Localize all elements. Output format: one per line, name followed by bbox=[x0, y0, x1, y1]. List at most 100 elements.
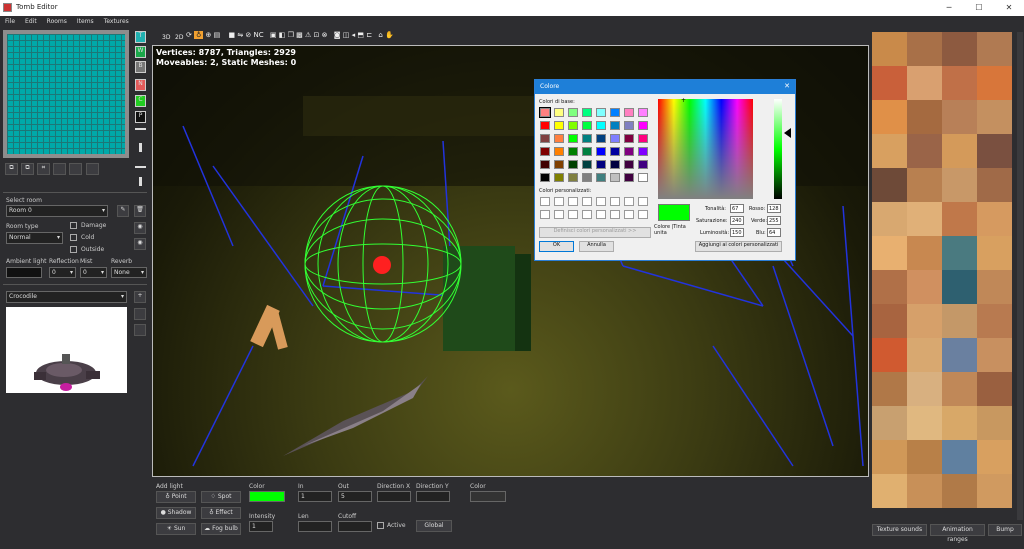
nc-icon[interactable]: NC bbox=[254, 31, 264, 39]
custom-color-swatch[interactable] bbox=[624, 197, 634, 206]
split-icon[interactable]: ⌗ bbox=[37, 163, 50, 175]
green-field[interactable]: 255 bbox=[767, 216, 781, 225]
basic-color-swatch[interactable] bbox=[638, 160, 648, 169]
side-button-step[interactable] bbox=[139, 143, 142, 152]
toolbar-2d-button[interactable]: 2D bbox=[175, 34, 183, 41]
basic-color-swatch[interactable] bbox=[568, 134, 578, 143]
room-type-select[interactable]: Normal ▾ bbox=[6, 232, 63, 244]
basic-color-swatch[interactable] bbox=[638, 121, 648, 130]
saturation-field[interactable]: 240 bbox=[730, 216, 744, 225]
fog-bulb-button[interactable]: ☁ Fog bulb bbox=[201, 523, 241, 535]
color-spectrum[interactable] bbox=[658, 99, 753, 199]
toolbar-3d-button[interactable]: 3D bbox=[162, 34, 170, 41]
basic-color-swatch[interactable] bbox=[568, 108, 578, 117]
point-light-button[interactable]: ♁ Point bbox=[156, 491, 196, 503]
basic-color-swatch[interactable] bbox=[568, 160, 578, 169]
basic-color-swatch[interactable] bbox=[539, 107, 551, 118]
basic-color-swatch[interactable] bbox=[610, 134, 620, 143]
basic-color-swatch[interactable] bbox=[596, 160, 606, 169]
shadow-light-button[interactable]: ● Shadow bbox=[156, 507, 196, 519]
sprite-icon[interactable]: ⬒ bbox=[357, 31, 364, 39]
hand-icon[interactable]: ✋ bbox=[385, 31, 394, 39]
texture-icon[interactable]: ⊘ bbox=[245, 31, 251, 39]
texture-map-panel[interactable] bbox=[872, 32, 1017, 520]
basic-color-swatch[interactable] bbox=[554, 160, 564, 169]
delete-room-icon[interactable]: 🗑 bbox=[134, 205, 146, 217]
warning-icon[interactable]: ⚠ bbox=[305, 31, 311, 39]
marker-icon[interactable]: ⊏ bbox=[366, 31, 372, 39]
side-button-notwalkable[interactable]: N bbox=[135, 79, 146, 91]
tool-5[interactable] bbox=[69, 163, 82, 175]
luminosity-field[interactable]: 150 bbox=[730, 228, 744, 237]
side-button-ceiling[interactable] bbox=[135, 166, 146, 168]
side-button-box[interactable]: B bbox=[135, 61, 146, 73]
color2-swatch[interactable] bbox=[470, 491, 506, 502]
basic-color-swatch[interactable] bbox=[582, 134, 592, 143]
room-grid-editor[interactable] bbox=[3, 30, 129, 158]
custom-color-swatch[interactable] bbox=[638, 210, 648, 219]
custom-color-swatch[interactable] bbox=[540, 197, 550, 206]
room-select[interactable]: Room 0 ▾ bbox=[6, 205, 108, 217]
side-button-portal[interactable]: P bbox=[135, 111, 146, 123]
lock-icon[interactable]: ⌂ bbox=[378, 31, 382, 39]
cancel-button[interactable]: Annulla bbox=[579, 241, 614, 252]
minimize-button[interactable]: ─ bbox=[934, 0, 964, 16]
basic-color-swatch[interactable] bbox=[624, 147, 634, 156]
basic-color-swatch[interactable] bbox=[554, 134, 564, 143]
basic-color-swatch[interactable] bbox=[540, 173, 550, 182]
flyby-icon[interactable]: ⊡ bbox=[314, 31, 320, 39]
rotate-icon[interactable]: ⟳ bbox=[186, 31, 192, 39]
paste-icon[interactable]: ⧉ bbox=[21, 163, 34, 175]
tool-6[interactable] bbox=[86, 163, 99, 175]
red-field[interactable]: 128 bbox=[767, 204, 781, 213]
side-button-slope[interactable] bbox=[135, 128, 146, 130]
custom-color-swatch[interactable] bbox=[610, 197, 620, 206]
object-select[interactable]: Crocodile ▾ bbox=[6, 291, 127, 303]
side-button-floor[interactable]: T bbox=[135, 31, 146, 43]
basic-color-swatch[interactable] bbox=[582, 121, 592, 130]
basic-color-swatch[interactable] bbox=[568, 147, 578, 156]
portal-icon[interactable]: ▩ bbox=[296, 31, 303, 39]
tool-4[interactable] bbox=[53, 163, 66, 175]
basic-color-swatch[interactable] bbox=[554, 173, 564, 182]
eye-off-icon[interactable]: ⊗ bbox=[322, 31, 328, 39]
damage-checkbox[interactable] bbox=[70, 222, 77, 229]
hue-field[interactable]: 67 bbox=[730, 204, 744, 213]
custom-color-swatch[interactable] bbox=[610, 210, 620, 219]
luminance-arrow-icon[interactable] bbox=[784, 128, 791, 138]
basic-color-swatch[interactable] bbox=[610, 147, 620, 156]
basic-color-swatch[interactable] bbox=[610, 160, 620, 169]
cold-checkbox[interactable] bbox=[70, 234, 77, 241]
basic-color-swatch[interactable] bbox=[540, 160, 550, 169]
texture-sounds-button[interactable]: Texture sounds bbox=[872, 524, 927, 536]
close-button[interactable]: ✕ bbox=[994, 0, 1024, 16]
basic-color-swatch[interactable] bbox=[638, 134, 648, 143]
add-object-icon[interactable]: + bbox=[134, 291, 146, 303]
menu-textures[interactable]: Textures bbox=[99, 16, 134, 27]
luminance-slider[interactable] bbox=[774, 99, 782, 199]
menu-file[interactable]: File bbox=[0, 16, 20, 27]
cube-icon[interactable]: ◧ bbox=[279, 31, 286, 39]
basic-color-swatch[interactable] bbox=[596, 121, 606, 130]
menu-rooms[interactable]: Rooms bbox=[42, 16, 72, 27]
basic-color-swatch[interactable] bbox=[596, 173, 606, 182]
custom-color-swatch[interactable] bbox=[540, 210, 550, 219]
sun-light-button[interactable]: ☀ Sun bbox=[156, 523, 196, 535]
screenshot-icon[interactable]: ◙ bbox=[334, 31, 341, 39]
maximize-button[interactable]: ☐ bbox=[964, 0, 994, 16]
edit-room-icon[interactable]: ✎ bbox=[117, 205, 129, 217]
intensity-stepper[interactable]: 1 bbox=[249, 521, 273, 532]
basic-color-swatch[interactable] bbox=[624, 108, 634, 117]
flip-icon[interactable]: ⇋ bbox=[237, 31, 243, 39]
cutoff-stepper[interactable] bbox=[338, 521, 372, 532]
basic-color-swatch[interactable] bbox=[582, 173, 592, 182]
box3d-icon[interactable]: ❒ bbox=[288, 31, 294, 39]
basic-color-swatch[interactable] bbox=[554, 108, 564, 117]
basic-color-swatch[interactable] bbox=[540, 147, 550, 156]
bump-button[interactable]: Bump bbox=[988, 524, 1022, 536]
direction-y-stepper[interactable] bbox=[416, 491, 450, 502]
basic-color-swatch[interactable] bbox=[624, 121, 634, 130]
active-checkbox[interactable] bbox=[377, 522, 384, 529]
custom-color-swatch[interactable] bbox=[554, 210, 564, 219]
view-icon[interactable]: ▣ bbox=[270, 31, 277, 39]
